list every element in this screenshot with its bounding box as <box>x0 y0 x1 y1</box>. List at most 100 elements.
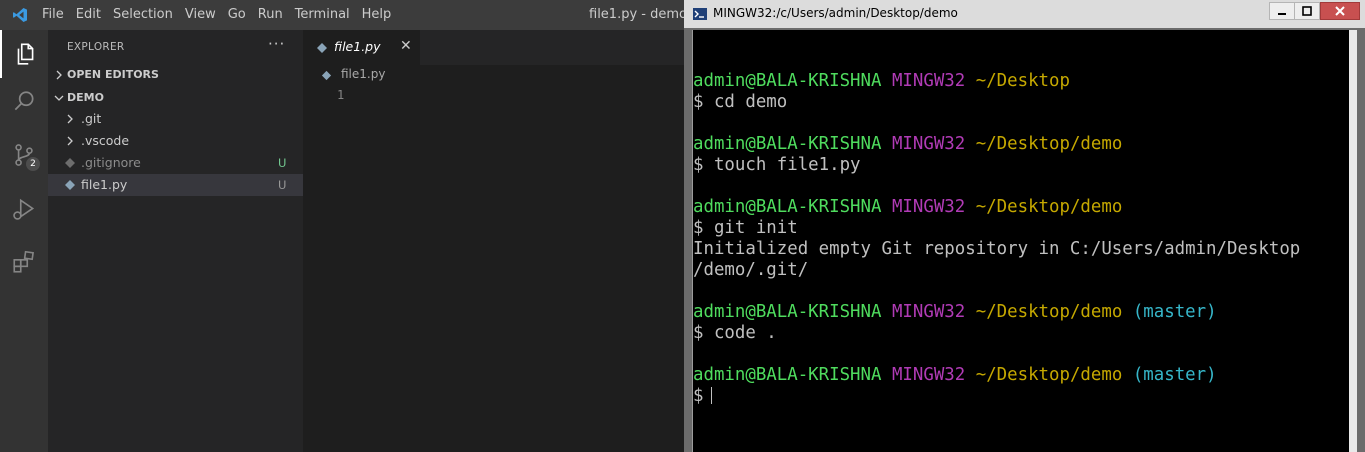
command-text: $ code . <box>693 323 777 343</box>
menu-view[interactable]: View <box>179 0 222 30</box>
explorer-sidebar: EXPLORER ··· OPEN EDITORS DEMO .git .vsc… <box>48 30 303 452</box>
prompt-line: admin@BALA-KRISHNA MINGW32 ~/Desktop/dem… <box>693 197 1300 218</box>
prompt-msystem: MINGW32 <box>891 365 966 385</box>
activity-search[interactable] <box>0 78 48 126</box>
prompt-msystem: MINGW32 <box>891 71 966 91</box>
menu-terminal[interactable]: Terminal <box>289 0 356 30</box>
prompt-path: ~/Desktop/demo <box>975 365 1123 385</box>
tree-item-file1-py[interactable]: file1.py U <box>48 174 303 196</box>
menu-file[interactable]: File <box>36 0 70 30</box>
output-line: /demo/.git/ <box>693 260 1300 281</box>
prompt-user-host: admin@BALA-KRISHNA <box>693 365 882 385</box>
prompt-msystem: MINGW32 <box>891 134 966 154</box>
command-line: $ code . <box>693 323 1300 344</box>
prompt-symbol: $ <box>693 386 704 406</box>
minimize-icon <box>1278 13 1286 15</box>
prompt-user-host: admin@BALA-KRISHNA <box>693 71 882 91</box>
tree-item-git-folder[interactable]: .git <box>48 108 303 130</box>
activity-run-debug[interactable] <box>0 185 48 233</box>
tab-file1-py[interactable]: file1.py ✕ <box>303 30 420 65</box>
command-text: $ touch file1.py <box>693 155 861 175</box>
prompt-user-host: admin@BALA-KRISHNA <box>693 197 882 217</box>
terminal-lines: admin@BALA-KRISHNA MINGW32 ~/Desktop $ cd… <box>693 50 1300 407</box>
tree-item-label: .vscode <box>81 133 130 148</box>
chevron-right-icon <box>56 70 62 80</box>
tab-bar: file1.py ✕ <box>303 30 690 65</box>
git-file-icon <box>65 158 75 168</box>
menu-selection[interactable]: Selection <box>107 0 179 30</box>
maximize-button[interactable] <box>1294 2 1320 20</box>
python-file-icon <box>317 43 327 53</box>
tab-label: file1.py <box>334 39 381 54</box>
activity-bar: 2 <box>0 30 48 452</box>
editor-area: file1.py ✕ file1.py 1 <box>303 30 690 452</box>
terminal-window: MINGW32:/c/Users/admin/Desktop/demo admi… <box>684 0 1365 452</box>
terminal-scrollbar[interactable] <box>1349 30 1357 452</box>
git-status-badge: U <box>278 178 287 192</box>
command-line: $ git init <box>693 218 1300 239</box>
prompt-line: admin@BALA-KRISHNA MINGW32 ~/Desktop <box>693 71 1300 92</box>
output-text: Initialized empty Git repository in C:/U… <box>693 239 1301 259</box>
git-status-badge: U <box>278 156 287 170</box>
command-text: $ cd demo <box>693 92 788 112</box>
activity-extensions[interactable] <box>0 238 48 286</box>
maximize-icon <box>1302 6 1312 16</box>
menu-run[interactable]: Run <box>252 0 289 30</box>
menu-edit[interactable]: Edit <box>70 0 107 30</box>
input-line: $ <box>693 386 1300 407</box>
menu-help[interactable]: Help <box>356 0 398 30</box>
python-file-icon <box>65 180 75 190</box>
vscode-logo-icon <box>13 8 27 22</box>
prompt-git-branch: (master) <box>1132 365 1217 385</box>
prompt-git-branch: (master) <box>1132 302 1217 322</box>
files-icon <box>17 43 34 65</box>
mingw-icon <box>693 8 707 20</box>
command-line: $ touch file1.py <box>693 155 1300 176</box>
prompt-msystem: MINGW32 <box>891 302 966 322</box>
prompt-msystem: MINGW32 <box>891 197 966 217</box>
prompt-user-host: admin@BALA-KRISHNA <box>693 134 882 154</box>
open-editors-label: OPEN EDITORS <box>67 68 159 81</box>
prompt-path: ~/Desktop/demo <box>975 134 1123 154</box>
chevron-right-icon <box>67 114 73 124</box>
vscode-window: File Edit Selection View Go Run Terminal… <box>0 0 709 452</box>
tree-item-vscode-folder[interactable]: .vscode <box>48 130 303 152</box>
search-icon <box>14 91 34 111</box>
chevron-right-icon <box>67 136 73 146</box>
prompt-path: ~/Desktop/demo <box>975 197 1123 217</box>
demo-folder-label: DEMO <box>67 91 104 104</box>
close-icon <box>1335 6 1345 16</box>
prompt-line: admin@BALA-KRISHNA MINGW32 ~/Desktop/dem… <box>693 365 1300 386</box>
python-file-icon <box>321 70 332 81</box>
activity-source-control[interactable]: 2 <box>0 131 48 179</box>
prompt-path: ~/Desktop/demo <box>975 302 1123 322</box>
minimize-button[interactable] <box>1269 2 1295 20</box>
close-button[interactable] <box>1320 2 1360 20</box>
extensions-icon <box>13 250 34 273</box>
open-editors-section[interactable]: OPEN EDITORS <box>48 64 303 86</box>
output-line: Initialized empty Git repository in C:/U… <box>693 239 1300 260</box>
text-cursor <box>711 387 713 404</box>
title-bar: File Edit Selection View Go Run Terminal… <box>0 0 709 30</box>
demo-folder-section[interactable]: DEMO <box>48 87 303 109</box>
line-number: 1 <box>337 88 345 102</box>
terminal-output[interactable]: admin@BALA-KRISHNA MINGW32 ~/Desktop $ cd… <box>692 30 1357 452</box>
command-text: $ git init <box>693 218 798 238</box>
prompt-path: ~/Desktop <box>975 71 1070 91</box>
run-debug-icon <box>13 198 35 220</box>
menu-go[interactable]: Go <box>222 0 252 30</box>
tree-item-gitignore[interactable]: .gitignore U <box>48 152 303 174</box>
prompt-line: admin@BALA-KRISHNA MINGW32 ~/Desktop/dem… <box>693 302 1300 323</box>
terminal-title-bar: MINGW32:/c/Users/admin/Desktop/demo <box>684 0 1365 28</box>
activity-explorer[interactable] <box>0 30 48 78</box>
more-actions-icon[interactable]: ··· <box>268 35 285 53</box>
close-icon[interactable]: ✕ <box>400 38 412 54</box>
prompt-user-host: admin@BALA-KRISHNA <box>693 302 882 322</box>
explorer-header: EXPLORER ··· <box>48 30 303 65</box>
tree-item-label: .gitignore <box>81 155 141 170</box>
